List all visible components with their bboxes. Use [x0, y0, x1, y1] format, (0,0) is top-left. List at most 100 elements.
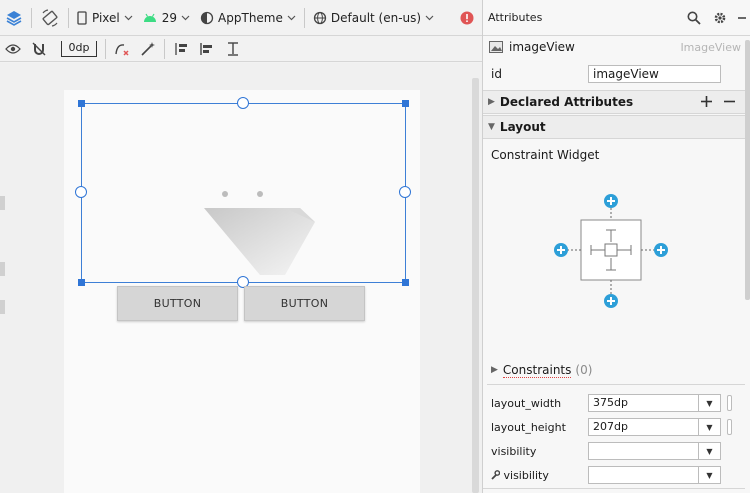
- align-button[interactable]: [194, 36, 220, 61]
- selected-image-view[interactable]: [81, 103, 406, 283]
- chevron-down-icon: [287, 15, 296, 20]
- tools-visibility-row: visibility ▼: [483, 464, 745, 488]
- phone-icon: [77, 10, 87, 25]
- resize-handle-bottom-right[interactable]: [402, 279, 409, 286]
- declared-attributes-section[interactable]: ▶ Declared Attributes: [483, 90, 745, 114]
- api-level-label: 29: [161, 10, 178, 25]
- layers-button[interactable]: [0, 0, 28, 35]
- search-attributes-button[interactable]: [681, 11, 707, 25]
- canvas-scrollbar[interactable]: [472, 78, 479, 493]
- minimize-panel-button[interactable]: [733, 13, 750, 23]
- default-margin-field[interactable]: 0dp: [52, 36, 102, 61]
- visibility-row: visibility ▼: [483, 440, 745, 464]
- view-options-button[interactable]: [0, 36, 26, 61]
- render-errors-button[interactable]: [455, 0, 482, 35]
- attributes-panel: Attributes imageView ImageView id imageV…: [482, 0, 750, 493]
- constraint-anchor-right[interactable]: [399, 186, 411, 198]
- visibility-combo[interactable]: ▼: [588, 442, 721, 460]
- resource-picker-button[interactable]: [727, 419, 732, 435]
- rotate-device-icon: [42, 8, 58, 27]
- device-selector[interactable]: Pixel: [72, 0, 138, 35]
- layout-button-1[interactable]: BUTTON: [117, 286, 238, 321]
- eye-icon: [5, 43, 21, 54]
- resize-handle-bottom-left[interactable]: [78, 279, 85, 286]
- toolbar-separator: [31, 7, 32, 28]
- remove-attribute-button[interactable]: [724, 93, 735, 111]
- tools-visibility-combo[interactable]: ▼: [588, 466, 721, 484]
- id-input[interactable]: imageView: [588, 65, 721, 83]
- magnet-off-icon: [32, 42, 46, 55]
- guidelines-icon: [228, 41, 238, 56]
- pack-icon: [175, 42, 187, 55]
- layout-height-combo[interactable]: 207dp ▼: [588, 418, 721, 436]
- api-level-selector[interactable]: 29: [138, 0, 195, 35]
- locale-label: Default (en-us): [330, 10, 422, 25]
- attributes-scrollbar[interactable]: [745, 40, 750, 300]
- locale-selector[interactable]: Default (en-us): [308, 0, 439, 35]
- add-top-constraint-icon[interactable]: [604, 194, 618, 208]
- layout-height-value: 207dp: [593, 420, 628, 433]
- constraints-row[interactable]: ▶ Constraints (0): [491, 362, 592, 378]
- layout-toolbar: 0dp: [0, 36, 482, 62]
- clear-constraints-icon: [115, 43, 129, 56]
- add-bottom-constraint-icon[interactable]: [604, 294, 618, 308]
- orientation-button[interactable]: [35, 0, 65, 35]
- add-left-constraint-icon[interactable]: [554, 243, 568, 257]
- resize-handle-top-right[interactable]: [402, 100, 409, 107]
- constraint-anchor-left[interactable]: [75, 186, 87, 198]
- wrench-icon: [491, 470, 501, 480]
- guidelines-button[interactable]: [220, 36, 246, 61]
- attributes-header: Attributes: [483, 0, 750, 36]
- error-icon: [460, 11, 474, 24]
- dropdown-arrow-icon[interactable]: ▼: [698, 443, 720, 459]
- widget-type: ImageView: [680, 40, 741, 54]
- expand-icon: ▶: [488, 97, 495, 107]
- selected-widget-row: imageView ImageView: [483, 36, 745, 58]
- magic-wand-icon: [141, 41, 155, 56]
- minimize-icon: [738, 16, 746, 19]
- constraints-label: Constraints: [502, 362, 572, 378]
- visibility-label: visibility: [491, 445, 537, 458]
- minus-icon: [724, 100, 735, 103]
- panel-bottom-edge: [483, 488, 745, 493]
- image-icon: [489, 41, 503, 53]
- constraint-anchor-top[interactable]: [237, 97, 249, 109]
- dropdown-arrow-icon[interactable]: ▼: [698, 419, 720, 435]
- tools-visibility-value: [589, 467, 698, 483]
- design-toolbar: Pixel 29 AppTheme Default (en-us): [0, 0, 482, 36]
- canvas-edge-mark: [0, 300, 5, 314]
- search-icon: [687, 11, 701, 25]
- canvas-edge-mark: [0, 196, 5, 210]
- autoconnect-toggle[interactable]: [26, 36, 52, 61]
- tools-visibility-text: visibility: [503, 469, 549, 482]
- layout-height-label: layout_height: [491, 421, 566, 434]
- toolbar-separator: [303, 7, 305, 28]
- dropdown-arrow-icon[interactable]: ▼: [698, 395, 720, 411]
- theme-label: AppTheme: [218, 10, 283, 25]
- add-attribute-button[interactable]: [701, 93, 712, 111]
- widget-name: imageView: [509, 40, 575, 54]
- resize-handle-top-left[interactable]: [78, 100, 85, 107]
- constraints-count: (0): [575, 363, 593, 377]
- settings-button[interactable]: [707, 11, 733, 25]
- divider: [487, 384, 745, 385]
- chevron-down-icon: [425, 15, 434, 20]
- toolbar-separator: [164, 38, 165, 59]
- dropdown-arrow-icon[interactable]: ▼: [698, 467, 720, 483]
- resource-picker-button[interactable]: [727, 395, 732, 411]
- layout-button-2[interactable]: BUTTON: [244, 286, 365, 321]
- theme-selector[interactable]: AppTheme: [195, 0, 301, 35]
- pack-button[interactable]: [168, 36, 194, 61]
- add-right-constraint-icon[interactable]: [654, 243, 668, 257]
- infer-constraints-button[interactable]: [135, 36, 161, 61]
- clear-constraints-button[interactable]: [109, 36, 135, 61]
- attributes-title: Attributes: [488, 11, 543, 24]
- android-icon: [143, 13, 156, 22]
- layout-width-label: layout_width: [491, 397, 562, 410]
- layout-section[interactable]: ▼ Layout: [483, 115, 745, 139]
- layout-width-combo[interactable]: 375dp ▼: [588, 394, 721, 412]
- tools-visibility-label: visibility: [491, 469, 549, 482]
- visibility-value: [589, 443, 698, 459]
- layout-width-row: layout_width 375dp ▼: [483, 392, 745, 416]
- gear-icon: [714, 12, 726, 23]
